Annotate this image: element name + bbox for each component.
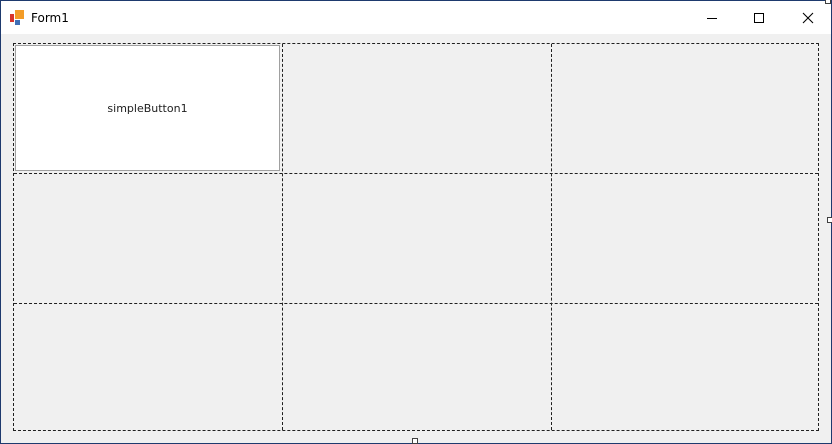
form-window: Form1 simpleButton1: [0, 0, 832, 444]
close-icon: [802, 12, 814, 23]
simple-button-label: simpleButton1: [107, 101, 188, 115]
column-divider: [551, 44, 552, 430]
column-divider: [282, 44, 283, 430]
title-bar[interactable]: Form1: [1, 1, 831, 34]
resize-handle-top-right[interactable]: [825, 0, 831, 4]
resize-handle-right[interactable]: [827, 217, 832, 223]
minimize-icon: [707, 17, 717, 19]
resize-handle-bottom[interactable]: [412, 438, 418, 444]
maximize-button[interactable]: [736, 1, 782, 34]
close-button[interactable]: [785, 1, 831, 34]
maximize-icon: [754, 12, 764, 23]
simple-button-1[interactable]: simpleButton1: [15, 45, 280, 171]
app-icon: [9, 10, 25, 26]
minimize-button[interactable]: [689, 1, 735, 34]
window-title: Form1: [31, 11, 69, 25]
row-divider: [14, 303, 818, 304]
row-divider: [14, 173, 818, 174]
